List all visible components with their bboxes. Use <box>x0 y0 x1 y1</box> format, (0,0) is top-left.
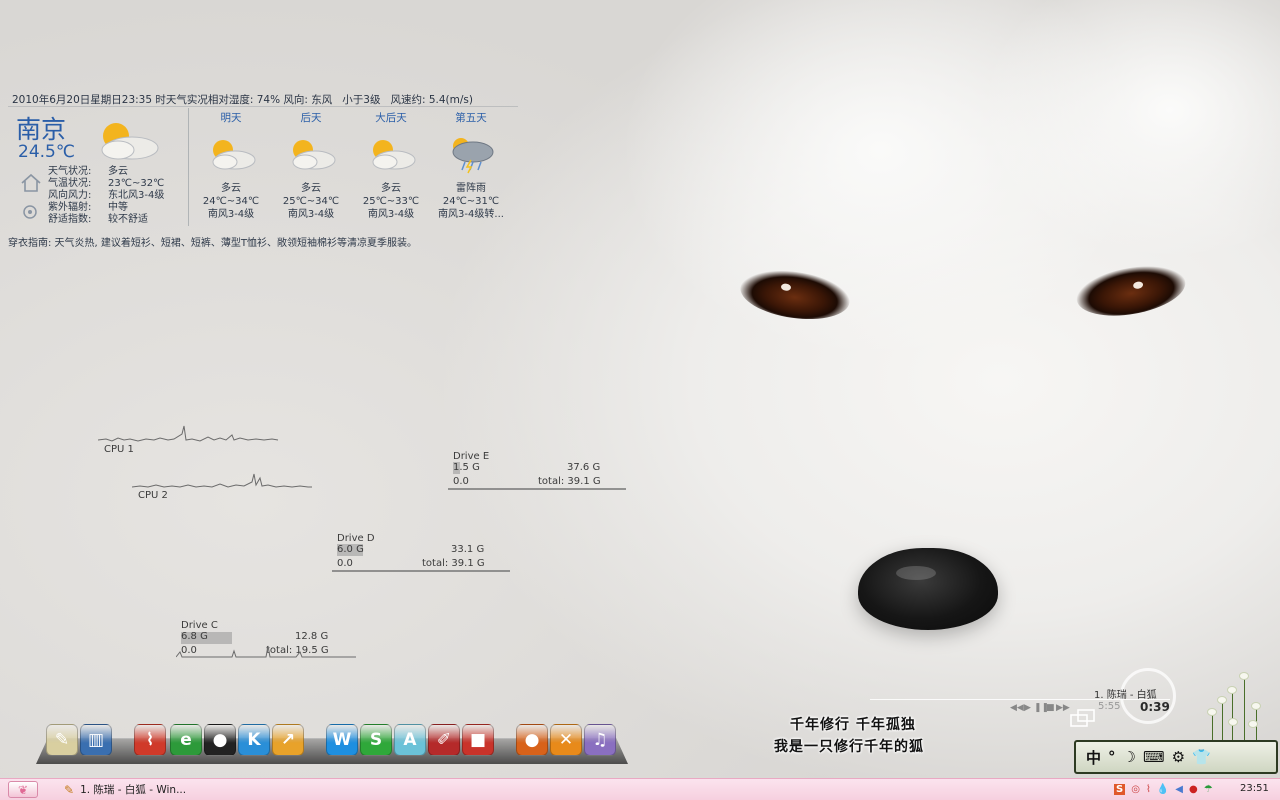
next-icon[interactable]: ▶▶ <box>1056 703 1070 713</box>
ie-browser-icon[interactable]: e <box>170 724 202 756</box>
taskbar-clock[interactable]: 23:51 <box>1240 783 1269 794</box>
ime-skin-icon[interactable]: 👕 <box>1192 748 1211 766</box>
forecast-day: 明天 多云 24℃~34℃ 南风3-4级 <box>190 110 272 221</box>
ime-settings-icon[interactable]: ⚙ <box>1172 748 1185 766</box>
network-icon[interactable]: ⌇ <box>134 724 166 756</box>
music-note-icon[interactable]: ♫ <box>584 724 616 756</box>
cpu1-graph <box>98 425 279 442</box>
input-method-bar[interactable]: 中 ° ☽ ⌨ ⚙ 👕 <box>1074 740 1278 774</box>
partly-cloudy-icon <box>190 126 272 182</box>
prev-icon[interactable]: ◀◀ <box>1010 703 1024 713</box>
wps-writer-icon[interactable]: W <box>326 724 358 756</box>
player-track-title: 1. 陈瑞 - 白狐 <box>1094 690 1157 701</box>
home-icon[interactable] <box>20 172 42 198</box>
s-app-icon[interactable]: S <box>1114 784 1126 795</box>
umbrella-icon[interactable]: ☂ <box>1204 784 1213 795</box>
forecast-day: 大后天 多云 25℃~33℃ 南风3-4级 <box>350 110 432 221</box>
draw-icon[interactable]: ✐ <box>428 724 460 756</box>
package-icon[interactable]: ■ <box>462 724 494 756</box>
share-icon[interactable]: ↗ <box>272 724 304 756</box>
volume-icon[interactable]: ◀ <box>1175 784 1183 795</box>
taskbar-item-player[interactable]: ✎ 1. 陈瑞 - 白狐 - Win... <box>64 781 239 798</box>
location-icon[interactable] <box>22 204 38 224</box>
ime-dot-icon[interactable]: ° <box>1108 748 1116 766</box>
restore-window-icon[interactable] <box>1070 708 1096 732</box>
weather-current-temp: 24.5℃ <box>18 142 75 162</box>
font-tool-icon[interactable]: A <box>394 724 426 756</box>
cpu1-label: CPU 1 <box>104 444 134 455</box>
weather-headline: 2010年6月20日星期日23:35 时天气实况相对湿度: 74% 风向: 东风… <box>12 94 473 106</box>
weather-city: 南京 <box>16 115 67 144</box>
ime-keyboard-icon[interactable]: ⌨ <box>1143 748 1165 766</box>
butterfly-icon: ❦ <box>17 782 29 797</box>
water-drop-icon[interactable]: 💧 <box>1157 784 1169 795</box>
system-tray: S ◎ ⌇ 💧 ◀ ● ☂ <box>1114 781 1213 798</box>
taskbar-item-label: 1. 陈瑞 - 白狐 - Win... <box>80 784 187 796</box>
clothing-advice: 穿衣指南: 天气炎热, 建议着短衫、短裙、短裤、薄型T恤衫、敞领短袖棉衫等清凉夏… <box>8 238 418 249</box>
network-signal-icon[interactable]: ⌇ <box>1146 784 1151 795</box>
start-button[interactable]: ❦ <box>8 781 38 798</box>
stop-icon[interactable]: ■ <box>1046 703 1055 713</box>
media-ball-icon[interactable]: ● <box>516 724 548 756</box>
ime-chinese-mode[interactable]: 中 <box>1086 747 1101 768</box>
player-time: 0:39 <box>1140 700 1170 714</box>
partly-cloudy-icon <box>270 126 352 182</box>
thunderstorm-icon <box>430 126 512 182</box>
weather-details: 天气状况: 多云 气温状况: 23℃~32℃ 风向风力: 东北风3-4级 紫外辐射: 中… <box>48 166 165 225</box>
taskbar: ❦ ✎ 1. 陈瑞 - 白狐 - Win... S ◎ ⌇ 💧 ◀ ● ☂ 23… <box>0 778 1280 800</box>
security-icon[interactable]: ● <box>1189 784 1198 795</box>
cpu2-label: CPU 2 <box>138 490 168 501</box>
fox-nose <box>858 548 998 630</box>
player-elapsed: 5:55 <box>1098 701 1121 712</box>
ime-moon-icon[interactable]: ☽ <box>1123 748 1136 766</box>
desktop-lyrics: 千年修行 千年孤独 我是一只修行千年的狐 <box>774 717 924 755</box>
books-icon[interactable]: ▥ <box>80 724 112 756</box>
wps-spreadsheet-icon[interactable]: S <box>360 724 392 756</box>
notepad-icon[interactable]: ✎ <box>46 724 78 756</box>
qq-icon[interactable]: ● <box>204 724 236 756</box>
target-icon[interactable]: ◎ <box>1131 784 1140 795</box>
partly-cloudy-icon <box>88 118 164 166</box>
cpu2-graph <box>132 473 312 488</box>
partly-cloudy-icon <box>350 126 432 182</box>
forecast-day: 后天 多云 25℃~34℃ 南风3-4级 <box>270 110 352 221</box>
kugou-icon[interactable]: K <box>238 724 270 756</box>
weather-widget[interactable]: 2010年6月20日星期日23:35 时天气实况相对湿度: 74% 风向: 东风… <box>6 88 518 249</box>
play-icon[interactable]: ▶ <box>1024 703 1031 713</box>
music-file-icon: ✎ <box>64 782 75 797</box>
tools-icon[interactable]: ✕ <box>550 724 582 756</box>
forecast-day: 第五天 雷阵雨 24℃~31℃ 南风3-4级转... <box>430 110 512 221</box>
